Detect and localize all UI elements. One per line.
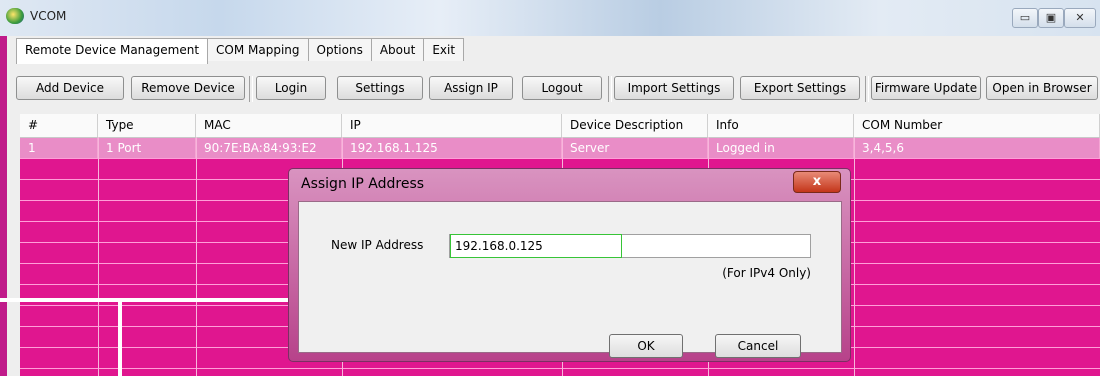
close-window-icon[interactable]: ✕ [1064, 8, 1096, 28]
cell-device-description: Server [562, 138, 708, 158]
assign-ip-dialog: Assign IP Address x New IP Address 192.1… [288, 168, 851, 362]
settings-button[interactable]: Settings [337, 76, 423, 100]
export-settings-button[interactable]: Export Settings [740, 76, 860, 100]
main-tabs: Remote Device Management COM Mapping Opt… [16, 38, 465, 64]
tab-options[interactable]: Options [307, 38, 372, 61]
toolbar-separator [249, 76, 253, 102]
window-title: VCOM [30, 9, 67, 23]
tab-exit[interactable]: Exit [423, 38, 465, 61]
column-header-com-number[interactable]: COM Number [854, 114, 1100, 137]
toolbar: Add Device Remove Device Login Settings … [16, 64, 1100, 104]
firmware-update-button[interactable]: Firmware Update [871, 76, 981, 100]
input-highlight [450, 234, 622, 258]
tab-remote-device-management[interactable]: Remote Device Management [16, 38, 209, 64]
ok-button[interactable]: OK [609, 334, 683, 358]
new-ip-address-input[interactable]: 192.168.0.125 [449, 234, 811, 258]
app-logo-icon [6, 8, 24, 24]
column-header-info[interactable]: Info [708, 114, 854, 137]
dialog-body: New IP Address 192.168.0.125 (For IPv4 O… [298, 201, 842, 358]
table-row[interactable]: 1 1 Port 90:7E:BA:84:93:E2 192.168.1.125… [20, 138, 1100, 159]
new-ip-label: New IP Address [331, 238, 424, 252]
login-button[interactable]: Login [256, 76, 326, 100]
tab-about[interactable]: About [370, 38, 425, 61]
dialog-title: Assign IP Address [301, 176, 425, 192]
table-header: # Type MAC IP Device Description Info CO… [20, 114, 1100, 138]
column-header-number[interactable]: # [20, 114, 98, 137]
grid-line [196, 137, 197, 376]
maximize-icon[interactable]: ▣ [1038, 8, 1064, 28]
render-artifact [118, 300, 122, 376]
tab-com-mapping[interactable]: COM Mapping [207, 38, 309, 61]
assign-ip-button[interactable]: Assign IP [429, 76, 513, 100]
cancel-button[interactable]: Cancel [715, 334, 801, 358]
minimize-icon[interactable]: ▭ [1012, 8, 1038, 28]
cell-number: 1 [20, 138, 98, 158]
cell-com-number: 3,4,5,6 [854, 138, 1100, 158]
cell-mac: 90:7E:BA:84:93:E2 [196, 138, 342, 158]
toolbar-separator [865, 76, 869, 102]
grid-line [854, 137, 855, 376]
open-in-browser-button[interactable]: Open in Browser [986, 76, 1098, 100]
title-bar: VCOM ▭ ▣ ✕ [0, 0, 1100, 36]
column-header-ip[interactable]: IP [342, 114, 562, 137]
cell-type: 1 Port [98, 138, 196, 158]
grid-line [98, 137, 99, 376]
remove-device-button[interactable]: Remove Device [131, 76, 245, 100]
add-device-button[interactable]: Add Device [16, 76, 124, 100]
column-header-mac[interactable]: MAC [196, 114, 342, 137]
import-settings-button[interactable]: Import Settings [614, 76, 734, 100]
column-header-device-description[interactable]: Device Description [562, 114, 708, 137]
column-header-type[interactable]: Type [98, 114, 196, 137]
cell-info: Logged in [708, 138, 854, 158]
toolbar-separator [608, 76, 612, 102]
ipv4-note: (For IPv4 Only) [722, 266, 811, 280]
logout-button[interactable]: Logout [522, 76, 602, 100]
cell-ip: 192.168.1.125 [342, 138, 562, 158]
dialog-close-button[interactable]: x [793, 171, 841, 193]
